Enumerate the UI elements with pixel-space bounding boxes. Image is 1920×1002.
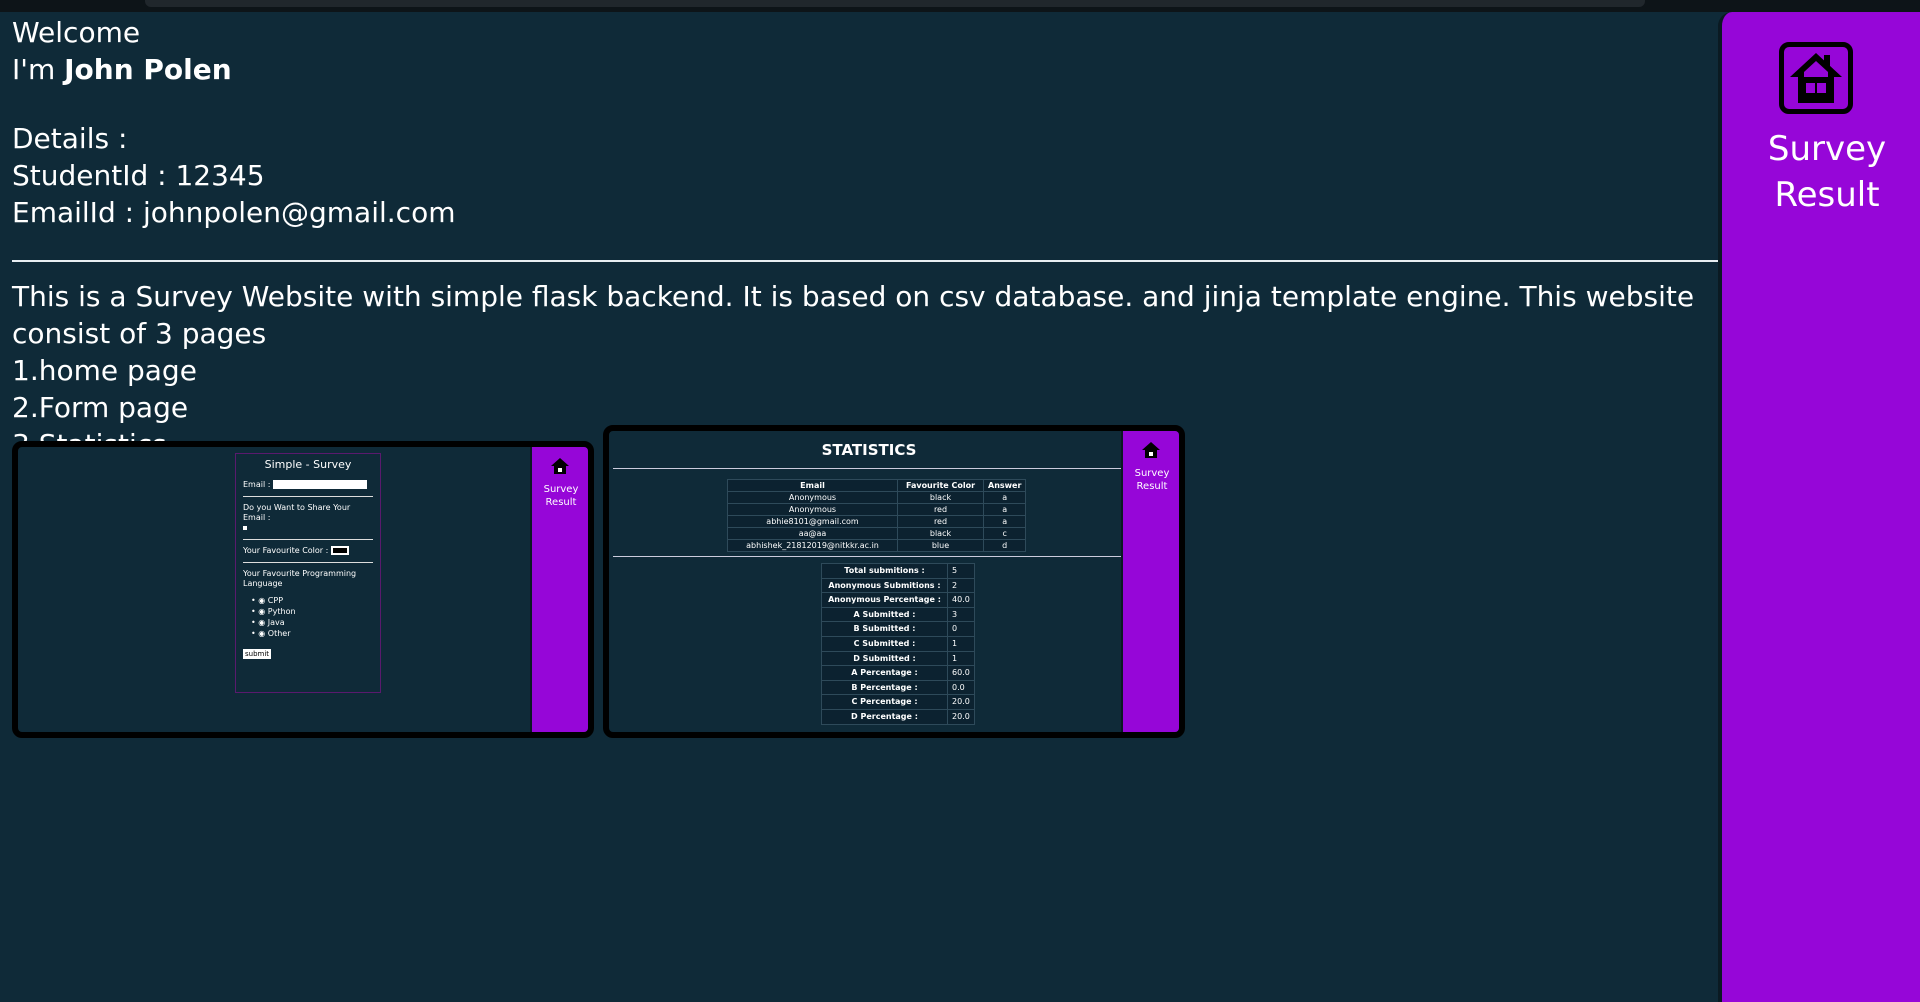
intro-line: I'm John Polen — [12, 51, 1717, 88]
sidebar-survey-result[interactable]: Survey Result — [1718, 12, 1920, 1002]
divider — [12, 260, 1718, 262]
welcome-text: Welcome — [12, 16, 141, 49]
summary-row: A Percentage :60.0 — [821, 665, 975, 681]
summary-row: A Submitted :3 — [821, 606, 975, 623]
student-id: StudentId : 12345 — [12, 159, 265, 192]
table-row: Anonymous black a — [727, 491, 1027, 504]
summary-row: Anonymous Percentage :40.0 — [821, 592, 975, 608]
table-row: aa@aa black c — [727, 527, 1027, 540]
thumb-sidebar-label: Survey Result — [1134, 468, 1170, 492]
home-icon[interactable] — [1779, 42, 1853, 114]
stats-divider — [613, 468, 1125, 469]
stats-divider-2 — [613, 556, 1125, 557]
col-color: Favourite Color — [897, 479, 984, 492]
page-item-home: 1.home page — [12, 354, 197, 387]
summary-row: D Submitted :1 — [821, 650, 975, 667]
summary-table: Total submitions :5 Anonymous Submitions… — [821, 563, 975, 725]
share-checkbox-preview — [243, 526, 247, 530]
table-header-row: Email Favourite Color Answer — [727, 479, 1027, 492]
home-icon — [551, 458, 569, 474]
summary-row: B Percentage :0.0 — [821, 679, 975, 696]
submit-button-preview: submit — [243, 649, 272, 659]
col-email: Email — [727, 479, 898, 492]
form-preview: Simple - Survey Email : Do you Want to S… — [235, 453, 381, 693]
home-icon — [1142, 442, 1160, 458]
summary-row: C Submitted :1 — [821, 635, 975, 652]
share-label: Do you Want to Share Your Email : — [243, 503, 351, 522]
color-row: Your Favourite Color : — [243, 546, 373, 556]
lang-option: • ◉ Java — [251, 618, 285, 627]
responses-table: Email Favourite Color Answer Anonymous bl… — [727, 479, 1027, 552]
stats-title: STATISTICS — [821, 441, 917, 459]
table-row: abhishek_21812019@nitkkr.ac.in blue d — [727, 539, 1027, 552]
im-prefix: I'm — [12, 53, 65, 86]
page-item-form: 2.Form page — [12, 391, 189, 424]
summary-row: C Percentage :20.0 — [821, 694, 975, 710]
details-label: Details : — [12, 122, 128, 155]
home-icon-svg — [1790, 53, 1842, 103]
lang-options: • ◉ CPP • ◉ Python • ◉ Java • ◉ Other — [243, 595, 373, 639]
summary-row: Total submitions :5 — [821, 563, 975, 579]
table-row: Anonymous red a — [727, 503, 1027, 516]
email-label: Email : — [243, 480, 271, 489]
form-title: Simple - Survey — [264, 458, 352, 471]
description-text: This is a Survey Website with simple fla… — [12, 280, 1695, 350]
email-input-preview — [272, 480, 367, 489]
lang-option: • ◉ CPP — [251, 596, 284, 605]
email-row: Email : — [243, 480, 373, 490]
lang-label: Your Favourite Programming Language — [243, 569, 357, 588]
email-id: EmailId : johnpolen@gmail.com — [12, 196, 456, 229]
statistics-page-screenshot: STATISTICS Email Favourite Color Answer … — [603, 425, 1185, 738]
summary-row: Anonymous Submitions :2 — [821, 577, 975, 594]
color-picker-preview — [330, 546, 349, 555]
browser-top-bar — [0, 0, 1920, 12]
thumb-sidebar: Survey Result — [1121, 431, 1179, 732]
summary-row: B Submitted :0 — [821, 621, 975, 637]
user-name: John Polen — [64, 53, 232, 86]
summary-row: D Percentage :20.0 — [821, 708, 975, 725]
browser-top-bar-inner — [145, 0, 1645, 7]
share-row: Do you Want to Share Your Email : — [243, 503, 373, 533]
color-label: Your Favourite Color : — [243, 546, 329, 555]
thumb-sidebar-label: Survey Result — [543, 484, 579, 508]
lang-option: • ◉ Other — [251, 629, 291, 638]
col-answer: Answer — [982, 479, 1027, 492]
table-row: abhie8101@gmail.com red a — [727, 515, 1027, 528]
lang-option: • ◉ Python — [251, 607, 296, 616]
form-page-screenshot: Simple - Survey Email : Do you Want to S… — [12, 441, 594, 738]
thumb-sidebar: Survey Result — [530, 447, 588, 732]
survey-result-link[interactable]: Survey Result — [1742, 126, 1912, 218]
